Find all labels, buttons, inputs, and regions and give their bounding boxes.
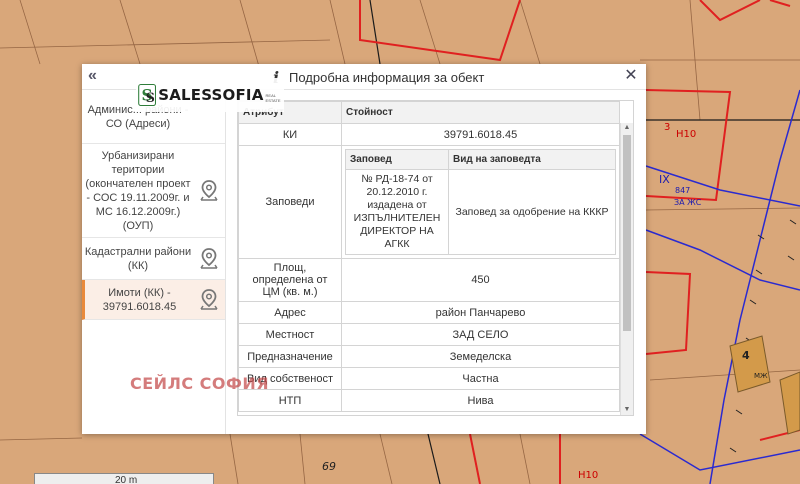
dialog-title-text: Подробна информация за обект bbox=[289, 69, 485, 85]
scroll-down-arrow-icon[interactable]: ▼ bbox=[623, 406, 631, 414]
order-type: Заповед за одобрение на КККР bbox=[448, 169, 616, 255]
sidebar-item-properties[interactable]: Имоти (КК) - 39791.6018.45 bbox=[82, 280, 225, 320]
map-label-parcel-3: 3 bbox=[664, 122, 671, 133]
attr-key: Заповеди bbox=[238, 145, 342, 259]
attr-value: 39791.6018.45 bbox=[341, 123, 620, 146]
table-row: Адрес район Панчарево bbox=[238, 301, 620, 324]
sidebar-item-cadastral-districts[interactable]: Кадастрални райони (КК) bbox=[82, 238, 225, 280]
map-scale-bar: 20 m bbox=[34, 473, 214, 484]
watermark-text: СЕЙЛС СОФИЯ bbox=[130, 374, 270, 393]
map-pin-icon[interactable] bbox=[198, 179, 220, 203]
map-pin-icon[interactable] bbox=[198, 288, 220, 312]
attr-value: Нива bbox=[341, 389, 620, 412]
attr-key: Адрес bbox=[238, 301, 342, 324]
table-row: Местност ЗАД СЕЛО bbox=[238, 323, 620, 346]
dialog-title: i Подробна информация за обект bbox=[273, 68, 484, 86]
sidebar-item-label: Урбанизирани територии (окончателен прое… bbox=[85, 149, 191, 232]
table-row: КИ 39791.6018.45 bbox=[238, 123, 620, 146]
attr-key: Местност bbox=[238, 323, 342, 346]
collapse-sidebar-button[interactable]: « bbox=[88, 67, 106, 85]
table-row: Предназначение Земеделска bbox=[238, 345, 620, 368]
map-pin-icon[interactable] bbox=[198, 247, 220, 271]
attr-value: 450 bbox=[341, 258, 620, 302]
orders-table: Заповед Вид на заповедта № РД-18-74 от 2… bbox=[345, 149, 616, 255]
attr-value: Земеделска bbox=[341, 345, 620, 368]
sidebar-item-label: Кадастрални райони (КК) bbox=[84, 245, 192, 272]
map-label-4: 4 bbox=[742, 349, 750, 362]
map-label-69: 69 bbox=[322, 460, 336, 473]
logo-name: SALESSOFIA bbox=[158, 86, 264, 104]
orders-header-type: Вид на заповедта bbox=[448, 149, 616, 170]
scrollbar-thumb[interactable] bbox=[623, 135, 631, 331]
map-scale-label: 20 m bbox=[115, 475, 138, 484]
svg-text:S: S bbox=[146, 90, 155, 105]
order-number: № РД-18-74 от 20.12.2010 г. издадена от … bbox=[345, 169, 449, 255]
map-label-mzh: МЖ bbox=[754, 372, 768, 380]
attr-value: район Панчарево bbox=[341, 301, 620, 324]
attr-value: ЗАД СЕЛО bbox=[341, 323, 620, 346]
table-scrollbar[interactable]: ▲ ▼ bbox=[620, 123, 633, 415]
table-row: Вид собственост Частна bbox=[238, 367, 620, 390]
orders-header-order: Заповед bbox=[345, 149, 449, 170]
attr-key: Предназначение bbox=[238, 345, 342, 368]
table-row: НТП Нива bbox=[238, 389, 620, 412]
sidebar-item-label: Имоти (КК) - 39791.6018.45 bbox=[102, 286, 177, 313]
salessofia-logo-icon: S S bbox=[138, 83, 157, 107]
sidebar-item-urbanized-territories[interactable]: Урбанизирани територии (окончателен прое… bbox=[82, 144, 225, 238]
map-label-h10-bottom: Н10 bbox=[578, 470, 599, 481]
attr-key: КИ bbox=[238, 123, 342, 146]
salessofia-logo: S S SALESSOFIA REAL ESTATE bbox=[136, 78, 284, 112]
map-label-847: 847 bbox=[675, 186, 691, 195]
attribute-table-container[interactable]: Атрибут Стойност КИ 39791.6018.45 Запове… bbox=[237, 100, 634, 416]
logo-tagline: REAL ESTATE bbox=[265, 93, 281, 103]
map-label-roman-ix: IX bbox=[659, 173, 670, 186]
close-button[interactable]: ✕ bbox=[622, 67, 640, 85]
scroll-up-arrow-icon[interactable]: ▲ bbox=[623, 124, 631, 132]
column-header-value: Стойност bbox=[341, 101, 620, 124]
table-row: Заповеди Заповед Вид на заповедта № РД-1… bbox=[238, 145, 620, 259]
attr-value: Частна bbox=[341, 367, 620, 390]
attribute-table: Атрибут Стойност КИ 39791.6018.45 Запове… bbox=[238, 101, 620, 412]
map-label-za-zhs: ЗА ЖС bbox=[674, 198, 702, 207]
map-label-h10: Н10 bbox=[676, 129, 697, 140]
table-row: Площ, определена от ЦМ (кв. м.) 450 bbox=[238, 258, 620, 302]
attr-key: Площ, определена от ЦМ (кв. м.) bbox=[238, 258, 342, 302]
